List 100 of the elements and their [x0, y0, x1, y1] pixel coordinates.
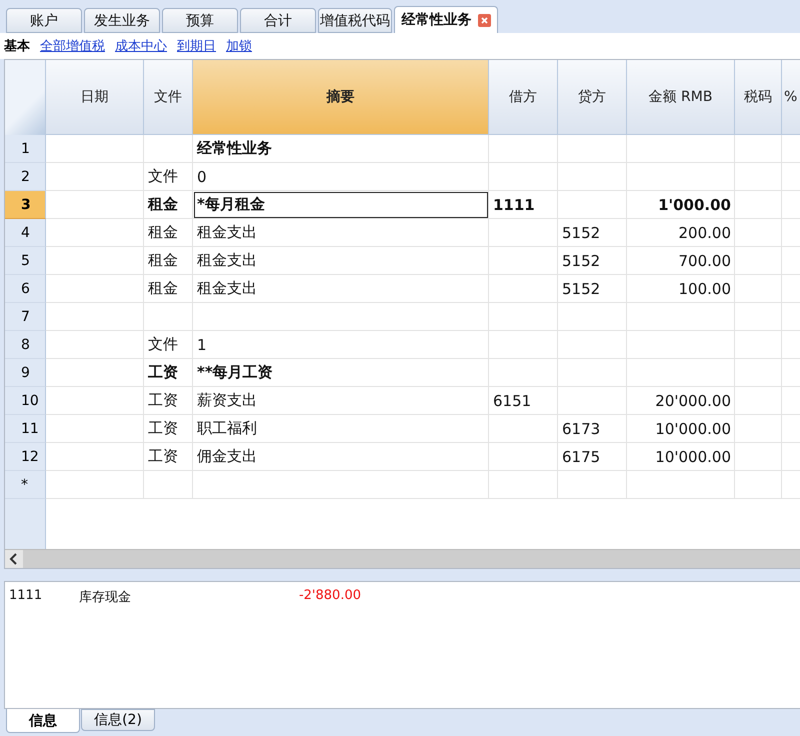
table-cell	[558, 331, 627, 359]
table-cell: 租金	[144, 219, 193, 247]
column-header[interactable]: 金额 RMB	[627, 60, 735, 135]
table-cell	[735, 191, 782, 219]
close-icon[interactable]	[478, 14, 490, 26]
table-cell: 10'000.00	[627, 443, 735, 471]
table-cell	[558, 191, 627, 219]
row-number: 8	[5, 331, 46, 359]
table-cell: 工资	[144, 415, 193, 443]
column-header[interactable]: 借方	[489, 60, 558, 135]
table-cell: 佣金支出	[193, 443, 489, 471]
table-cell: 10'000.00	[627, 415, 735, 443]
table-cell: 20'000.00	[627, 387, 735, 415]
table-cell	[558, 303, 627, 331]
column-header[interactable]: %	[782, 60, 800, 135]
table-cell	[489, 471, 558, 499]
table-cell: 5152	[558, 219, 627, 247]
table-cell: 5152	[558, 275, 627, 303]
table-cell: 工资	[144, 387, 193, 415]
table-cell	[144, 471, 193, 499]
column-header[interactable]: 日期	[46, 60, 144, 135]
table-cell: 6151	[489, 387, 558, 415]
table-cell: 租金	[144, 247, 193, 275]
table-cell	[558, 359, 627, 387]
table-cell	[489, 359, 558, 387]
table-cell	[489, 275, 558, 303]
table-cell: 经常性业务	[193, 135, 489, 163]
tab[interactable]: 增值税代码	[318, 8, 392, 33]
table-cell: 1'000.00	[627, 191, 735, 219]
table-cell	[735, 303, 782, 331]
table-cell: 100.00	[627, 275, 735, 303]
row-number: 3	[5, 191, 46, 219]
scroll-left-icon[interactable]	[5, 550, 23, 568]
table-cell	[735, 275, 782, 303]
account-name: 库存现金	[79, 589, 132, 606]
view-link[interactable]: 成本中心	[115, 37, 167, 55]
table-cell: 1111	[489, 191, 558, 219]
table-cell: 6175	[558, 443, 627, 471]
row-number: 9	[5, 359, 46, 387]
table-cell: 5152	[558, 247, 627, 275]
table-cell	[558, 471, 627, 499]
column-header[interactable]: 贷方	[558, 60, 627, 135]
table-cell: 文件	[144, 163, 193, 191]
column-header[interactable]: 税码	[735, 60, 782, 135]
table-cell: 0	[193, 163, 489, 191]
tab[interactable]: 合计	[240, 8, 316, 33]
row-number: *	[5, 471, 46, 499]
tab[interactable]: 账户	[6, 8, 82, 33]
row-number: 5	[5, 247, 46, 275]
column-header[interactable]: 文件	[144, 60, 193, 135]
table-cell: 6173	[558, 415, 627, 443]
table-cell	[558, 135, 627, 163]
table-cell: 租金支出	[193, 247, 489, 275]
row-number: 10	[5, 387, 46, 415]
row-number: 6	[5, 275, 46, 303]
table-cell	[489, 443, 558, 471]
table-cell	[735, 415, 782, 443]
view-link[interactable]: 全部增值税	[40, 37, 105, 55]
account-number: 1111	[9, 588, 44, 605]
table-cell: 租金支出	[193, 219, 489, 247]
table-cell	[735, 471, 782, 499]
table-cell: 租金支出	[193, 275, 489, 303]
table-cell	[489, 135, 558, 163]
tab[interactable]: 信息(2)	[81, 709, 155, 731]
table-cell: 职工福利	[193, 415, 489, 443]
table-cell	[558, 387, 627, 415]
table-cell	[489, 247, 558, 275]
row-number: 12	[5, 443, 46, 471]
row-number: 2	[5, 163, 46, 191]
table-cell	[735, 219, 782, 247]
tab[interactable]: 预算	[162, 8, 238, 33]
view-link[interactable]: 基本	[4, 37, 30, 55]
tab[interactable]: 经常性业务	[394, 6, 498, 33]
table-cell: 工资	[144, 443, 193, 471]
table-cell	[735, 247, 782, 275]
tab[interactable]: 信息	[6, 709, 80, 733]
table-cell	[735, 443, 782, 471]
row-number: 11	[5, 415, 46, 443]
column-header[interactable]: 摘要	[193, 60, 489, 135]
table-cell: 200.00	[627, 219, 735, 247]
table-cell	[735, 135, 782, 163]
table-cell: 租金	[144, 275, 193, 303]
table-cell: 薪资支出	[193, 387, 489, 415]
view-link[interactable]: 到期日	[177, 37, 216, 55]
table-cell	[489, 415, 558, 443]
table-cell: **每月工资	[193, 359, 489, 387]
table-cell	[735, 359, 782, 387]
table-cell	[735, 163, 782, 191]
row-number: 1	[5, 135, 46, 163]
table-cell: 工资	[144, 359, 193, 387]
view-link[interactable]: 加锁	[226, 37, 252, 55]
table-cell	[489, 331, 558, 359]
table-cell	[489, 303, 558, 331]
table-cell	[558, 163, 627, 191]
row-number: 7	[5, 303, 46, 331]
table-cell	[735, 331, 782, 359]
tab[interactable]: 发生业务	[84, 8, 160, 33]
table-cell: 租金	[144, 191, 193, 219]
table-cell: *每月租金	[193, 191, 489, 219]
table-cell	[144, 135, 193, 163]
